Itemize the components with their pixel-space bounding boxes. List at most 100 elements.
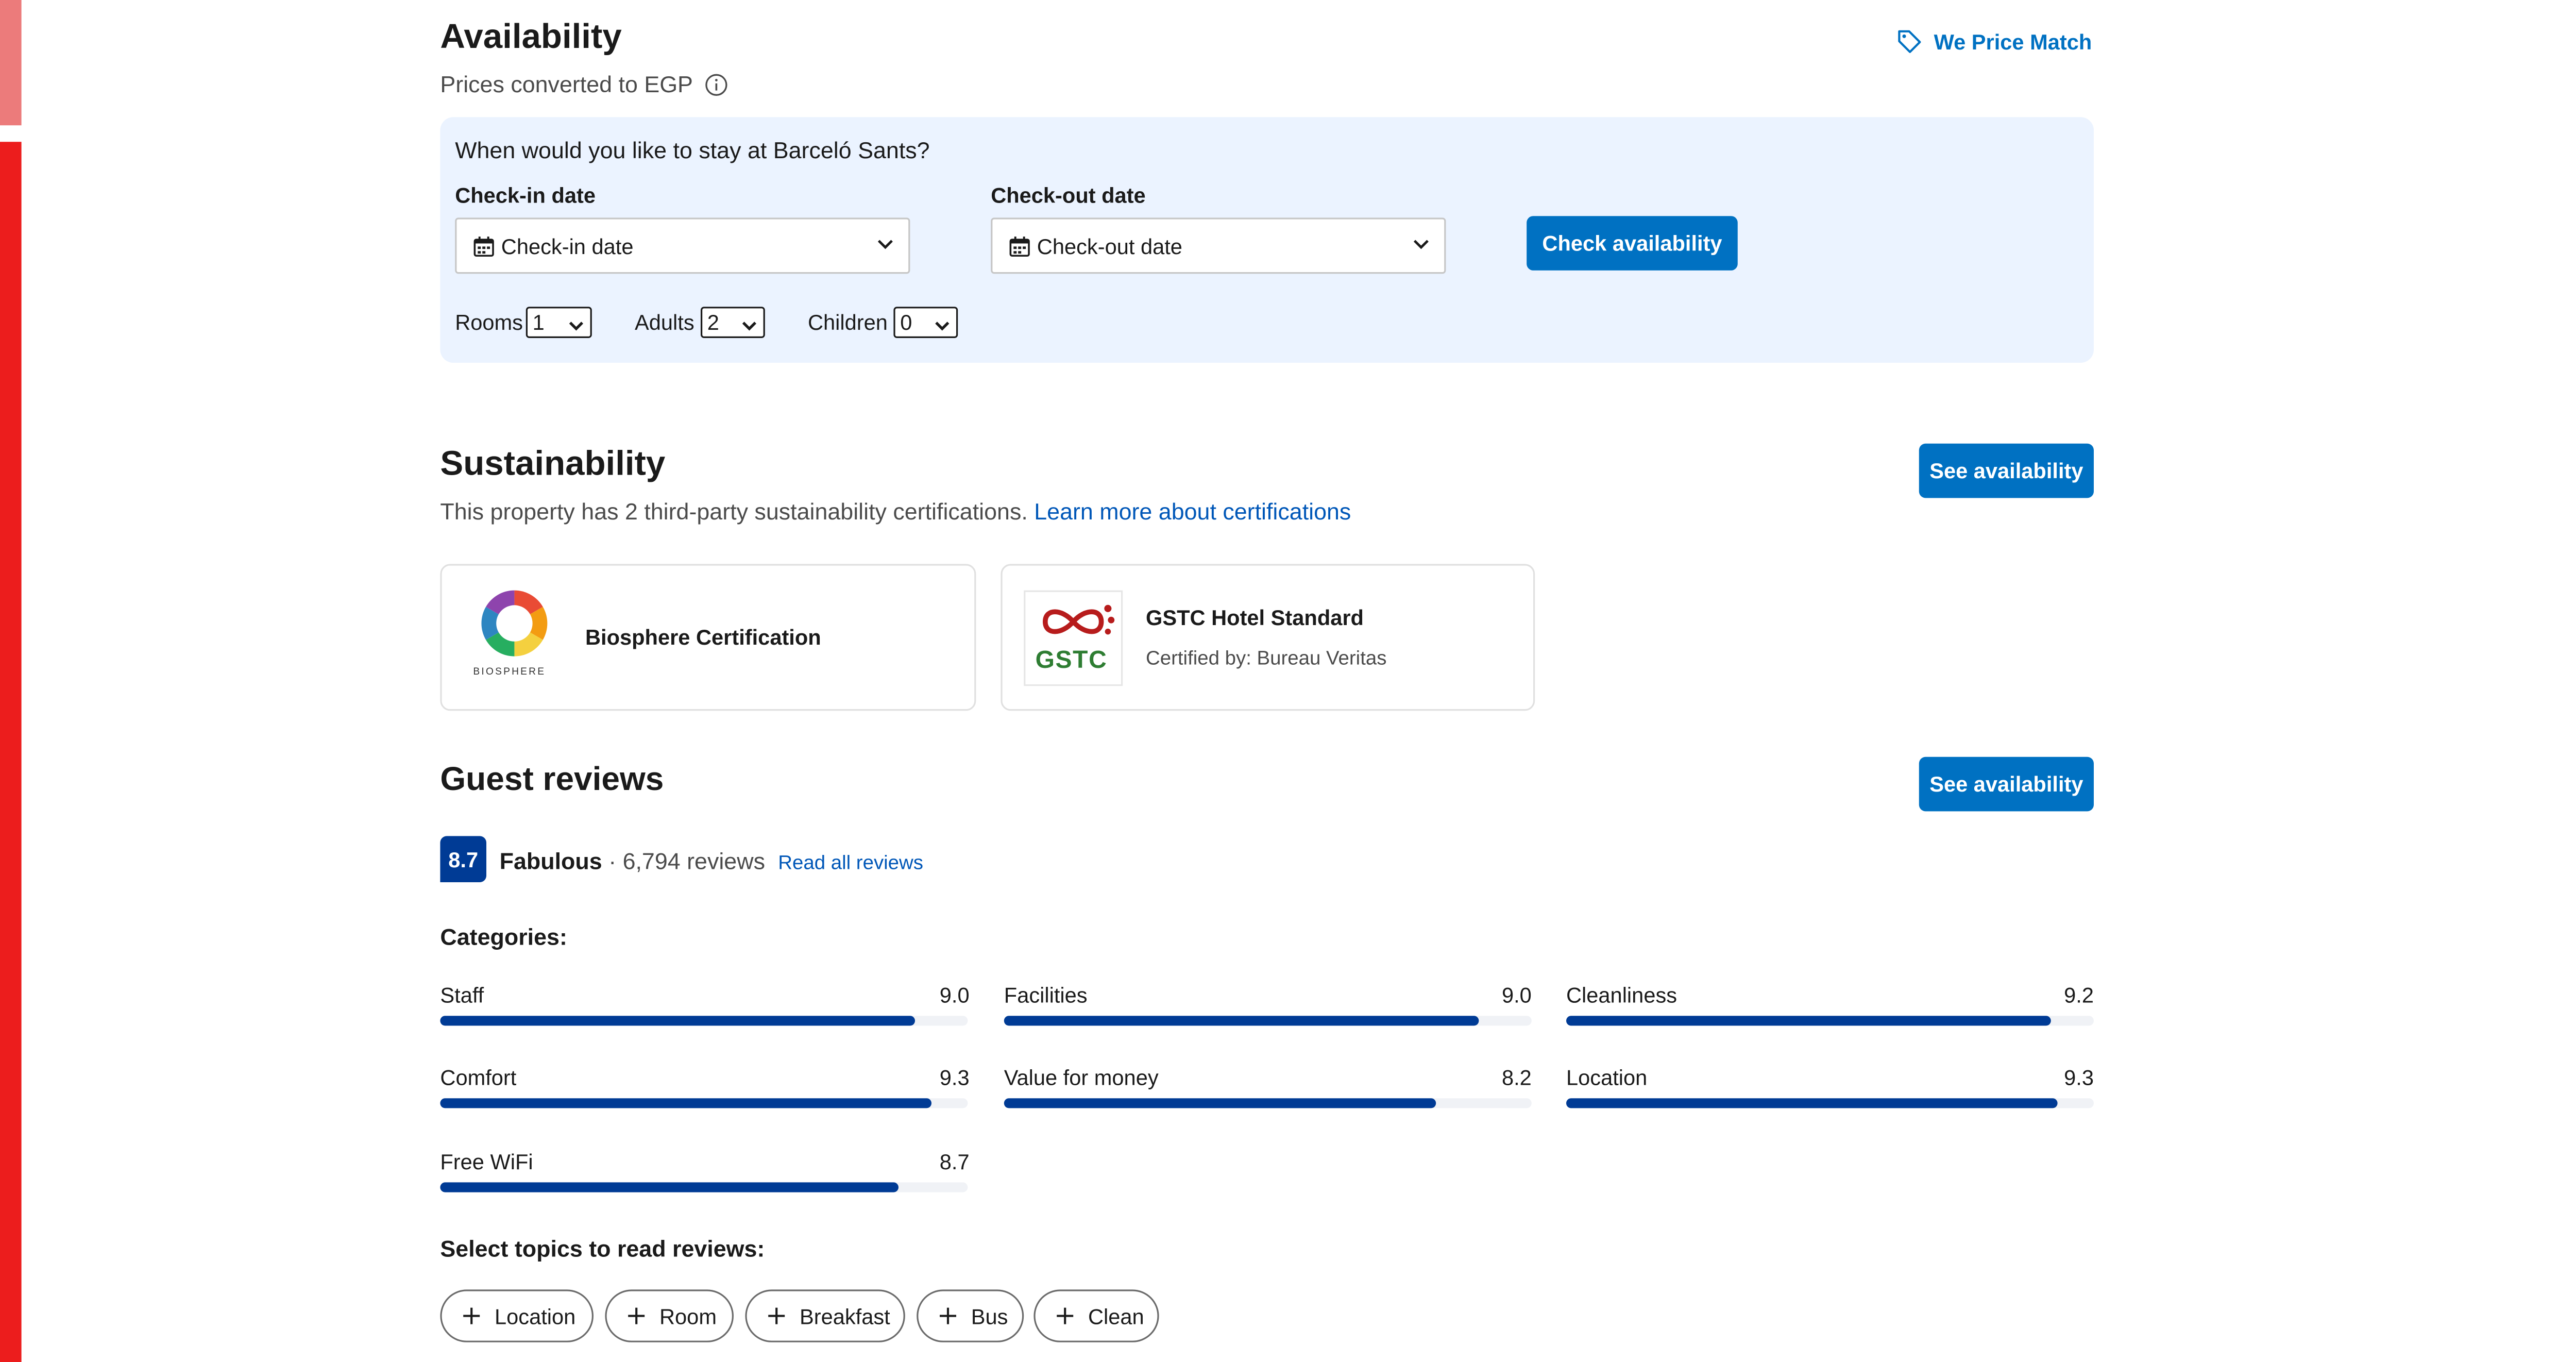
prices-note: Prices converted to EGP (440, 71, 729, 97)
info-icon[interactable] (704, 72, 729, 96)
checkout-value: Check-out date (1037, 233, 1182, 258)
category-bar-fill (1004, 1098, 1437, 1108)
see-availability-button[interactable]: See availability (1919, 756, 2094, 812)
category-bar (1004, 1016, 1532, 1026)
topic-chip-label: Location (495, 1303, 576, 1329)
sustainability-text: This property has 2 third-party sustaina… (440, 498, 1028, 525)
cert-card-gstc: GSTC GSTC Hotel Standard Certified by: B… (1001, 564, 1535, 711)
read-all-reviews-link[interactable]: Read all reviews (778, 851, 923, 874)
rating-word: Fabulous (499, 847, 602, 874)
prices-note-text: Prices converted to EGP (440, 71, 693, 97)
topic-chip-location[interactable]: Location (440, 1289, 594, 1342)
categories-title: Categories: (440, 923, 567, 950)
price-match-link[interactable]: We Price Match (1896, 28, 2092, 54)
children-select[interactable]: 0 (893, 307, 958, 338)
category-bar (440, 1016, 968, 1026)
price-match-label: We Price Match (1934, 29, 2092, 54)
plus-icon (767, 1306, 786, 1325)
category-score: 9.0 (939, 983, 970, 1008)
checkin-date-picker[interactable]: Check-in date (455, 217, 910, 274)
topic-chip-label: Clean (1088, 1303, 1144, 1329)
side-bar (0, 142, 22, 1362)
checkout-date-picker[interactable]: Check-out date (991, 217, 1446, 274)
category-label: Facilities (1004, 983, 1088, 1008)
category-bar (440, 1182, 968, 1192)
topic-chip-room[interactable]: Room (605, 1289, 734, 1342)
topic-chip-label: Bus (971, 1303, 1008, 1329)
chevron-down-icon (875, 234, 895, 259)
category-bar (440, 1098, 968, 1108)
plus-icon (938, 1306, 958, 1325)
cert-name: GSTC Hotel Standard (1146, 605, 1364, 630)
category-label: Free WiFi (440, 1149, 533, 1174)
side-bar-top (0, 0, 22, 126)
children-value: 0 (900, 310, 912, 335)
availability-search-panel: When would you like to stay at Barceló S… (440, 117, 2094, 363)
topic-chip-breakfast[interactable]: Breakfast (745, 1289, 905, 1342)
review-score-badge: 8.7 (440, 836, 486, 882)
children-label: Children (808, 310, 888, 335)
chevron-down-icon (740, 315, 758, 340)
guest-reviews-title: Guest reviews (440, 762, 664, 798)
learn-more-certifications-link[interactable]: Learn more about certifications (1034, 498, 1351, 524)
cert-name: Biosphere Certification (585, 625, 821, 650)
topics-title: Select topics to read reviews: (440, 1235, 765, 1262)
cert-card-biosphere: BIOSPHERE Biosphere Certification (440, 564, 976, 711)
topic-chip-clean[interactable]: Clean (1033, 1289, 1159, 1342)
category-score: 9.0 (1501, 983, 1532, 1008)
category-bar-fill (440, 1182, 900, 1192)
sustainability-title: Sustainability (440, 445, 666, 483)
adults-value: 2 (707, 310, 719, 335)
plus-icon (462, 1306, 481, 1325)
category-bar-fill (440, 1016, 915, 1026)
category-score: 9.3 (939, 1065, 970, 1090)
adults-label: Adults (635, 310, 694, 335)
page: Availability Prices converted to EGP We … (0, 0, 2576, 1362)
category-label: Location (1566, 1065, 1648, 1090)
availability-title: Availability (440, 18, 622, 56)
chevron-down-icon (567, 315, 585, 340)
gstc-logo: GSTC (1024, 590, 1123, 686)
review-count: · 6,794 reviews (608, 847, 765, 874)
biosphere-logo-text: BIOSPHERE (473, 668, 546, 678)
see-availability-button[interactable]: See availability (1919, 443, 2094, 498)
chevron-down-icon (933, 315, 951, 340)
chevron-down-icon (1411, 234, 1431, 259)
category-bar-fill (1566, 1016, 2052, 1026)
category-bar (1566, 1098, 2094, 1108)
review-summary: Fabulous · 6,794 reviews Read all review… (500, 848, 923, 874)
category-bar-fill (440, 1098, 931, 1108)
calendar-icon (473, 235, 495, 257)
rooms-select[interactable]: 1 (526, 307, 592, 338)
rooms-value: 1 (532, 310, 545, 335)
category-bar (1004, 1098, 1532, 1108)
category-score: 8.2 (1501, 1065, 1532, 1090)
category-score: 8.7 (939, 1149, 970, 1174)
checkin-label: Check-in date (455, 183, 596, 208)
check-availability-button[interactable]: Check availability (1527, 216, 1738, 271)
biosphere-logo: BIOSPHERE (471, 585, 557, 684)
category-bar (1566, 1016, 2094, 1026)
category-bar-fill (1566, 1098, 2057, 1108)
tag-icon (1896, 28, 1922, 54)
stay-question: When would you like to stay at Barceló S… (455, 137, 930, 163)
category-bar-fill (1004, 1016, 1479, 1026)
plus-icon (626, 1306, 646, 1325)
category-label: Staff (440, 983, 484, 1008)
checkout-label: Check-out date (991, 183, 1146, 208)
topic-chip-label: Breakfast (800, 1303, 890, 1329)
category-score: 9.3 (2064, 1065, 2094, 1090)
category-label: Cleanliness (1566, 983, 1677, 1008)
topic-chip-bus[interactable]: Bus (917, 1289, 1024, 1342)
checkin-value: Check-in date (501, 233, 634, 258)
cert-certified-by: Certified by: Bureau Veritas (1146, 646, 1387, 670)
sustainability-description: This property has 2 third-party sustaina… (440, 498, 1351, 524)
category-label: Value for money (1004, 1065, 1159, 1090)
category-label: Comfort (440, 1065, 517, 1090)
calendar-icon (1009, 235, 1030, 257)
topic-chip-label: Room (659, 1303, 717, 1329)
rooms-label: Rooms (455, 310, 523, 335)
category-score: 9.2 (2064, 983, 2094, 1008)
adults-select[interactable]: 2 (701, 307, 765, 338)
gstc-logo-text: GSTC (1035, 646, 1108, 675)
